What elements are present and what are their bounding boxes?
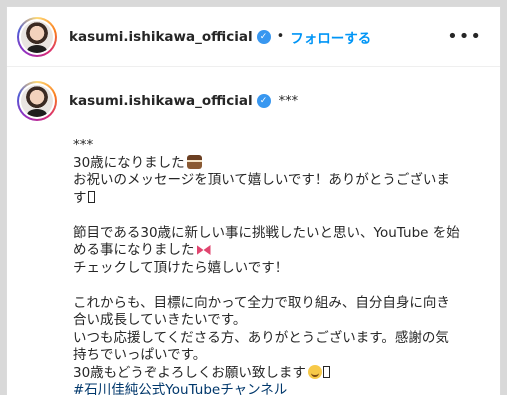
follow-button[interactable]: フォローする bbox=[290, 27, 371, 47]
caption-line: 30歳もどうぞよろしくお願い致します bbox=[73, 364, 493, 383]
post-header: kasumi.ishikawa_official ✓ • フォローする ••• bbox=[7, 7, 500, 67]
smiling-face-emoji-icon bbox=[307, 364, 322, 379]
post-card: kasumi.ishikawa_official ✓ • フォローする ••• … bbox=[6, 6, 501, 395]
caption-line: 30歳になりました bbox=[73, 154, 493, 173]
caption-line: これからも、目標に向かって全力で取り組み、自分自身に向き bbox=[73, 294, 450, 311]
caption-line: *** bbox=[73, 137, 94, 153]
avatar-photo bbox=[21, 85, 53, 117]
ribbon-emoji-icon bbox=[197, 244, 211, 256]
caption-avatar[interactable] bbox=[17, 81, 57, 121]
missing-glyph-icon bbox=[322, 365, 330, 378]
more-options-icon[interactable]: ••• bbox=[439, 27, 490, 46]
caption-text: *** 30歳になりました お祝いのメッセージを頂いて嬉しいです！ありがとうござ… bbox=[73, 137, 493, 395]
caption-header: kasumi.ishikawa_official ✓ *** bbox=[17, 81, 490, 121]
caption-line: める事になりました bbox=[73, 242, 493, 260]
caption-line: いつも応援してくださる方、ありがとうございます。感謝の気 bbox=[73, 329, 449, 346]
caption-line: チェックして頂けたら嬉しいです！ bbox=[73, 259, 289, 276]
separator-dot: • bbox=[276, 29, 285, 44]
avatar-photo bbox=[21, 20, 53, 53]
caption-section: kasumi.ishikawa_official ✓ *** *** 30歳にな… bbox=[7, 67, 500, 395]
caption-line: お祝いのメッセージを頂いて嬉しいです！ありがとうございま bbox=[73, 172, 450, 188]
caption-username[interactable]: kasumi.ishikawa_official bbox=[69, 93, 253, 109]
verified-badge-icon: ✓ bbox=[256, 29, 271, 44]
header-username[interactable]: kasumi.ishikawa_official bbox=[69, 29, 253, 45]
caption-line: 節目である30歳に新しい事に挑戦したいと思い、YouTube を始 bbox=[73, 224, 460, 241]
caption-title: *** bbox=[278, 93, 299, 109]
caption-line: 持ちでいっぱいです。 bbox=[73, 347, 207, 363]
caption-line: す bbox=[73, 190, 493, 208]
header-avatar[interactable] bbox=[17, 16, 57, 57]
cake-emoji-icon bbox=[186, 154, 202, 169]
missing-glyph-icon bbox=[87, 190, 95, 203]
caption-line: 合い成長していきたいです。 bbox=[73, 312, 247, 328]
hashtag-link[interactable]: #石川佳純公式YouTubeチャンネル bbox=[73, 382, 493, 395]
verified-badge-icon: ✓ bbox=[256, 94, 271, 108]
